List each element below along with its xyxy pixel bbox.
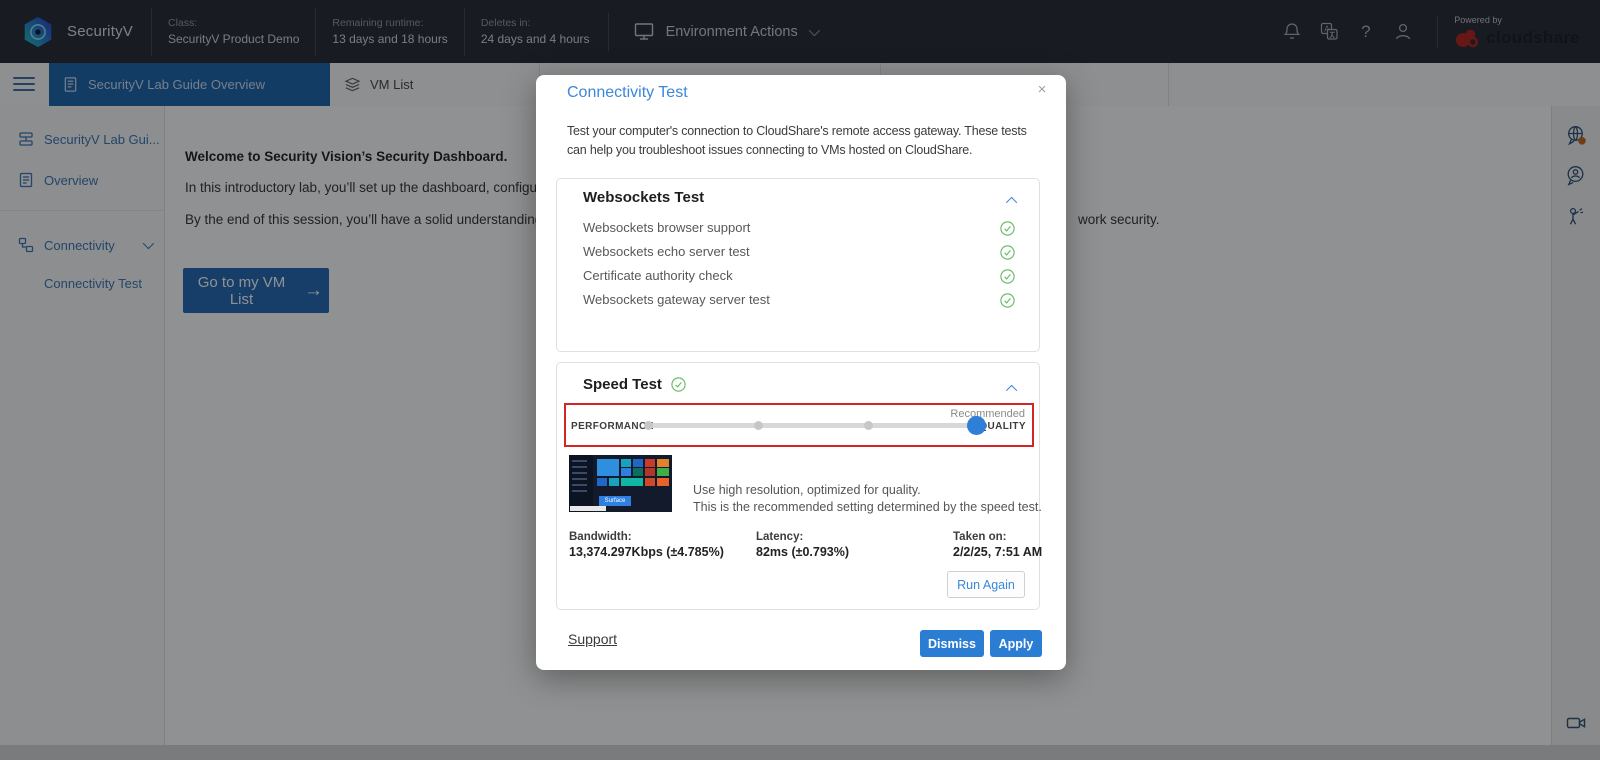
run-again-button[interactable]: Run Again xyxy=(947,571,1025,598)
websockets-row-label: Certificate authority check xyxy=(583,268,733,283)
modal-title: Connectivity Test xyxy=(567,84,688,101)
collapse-chevron-icon[interactable] xyxy=(1005,196,1018,209)
slider-stop-dot xyxy=(644,421,653,430)
quality-label: QUALITY xyxy=(979,421,1026,432)
websockets-row-label: Websockets browser support xyxy=(583,220,751,235)
app-window: SecurityV Class: SecurityV Product Demo … xyxy=(0,0,1600,760)
taken-on-label: Taken on: xyxy=(953,531,1007,543)
windows-desktop-thumbnail: Surface xyxy=(569,455,672,512)
slider-stop-dot xyxy=(864,421,873,430)
collapse-chevron-icon[interactable] xyxy=(1005,384,1018,397)
websockets-test-title: Websockets Test xyxy=(583,189,705,206)
success-check-icon xyxy=(1000,293,1015,308)
latency-value: 82ms (±0.793%) xyxy=(756,545,850,559)
taken-on-value: 2/2/25, 7:51 AM xyxy=(953,545,1043,559)
surface-button-label: Surface xyxy=(599,496,631,506)
dismiss-button[interactable]: Dismiss xyxy=(920,630,984,657)
support-link[interactable]: Support xyxy=(568,631,617,647)
modal-description-line1: Test your computer's connection to Cloud… xyxy=(567,124,1027,138)
bandwidth-label: Bandwidth: xyxy=(569,531,632,543)
latency-label: Latency: xyxy=(756,531,804,543)
modal-description: Test your computer's connection to Cloud… xyxy=(567,122,1055,160)
websockets-test-card: Websockets Test Websockets browser suppo… xyxy=(556,178,1040,352)
speed-test-title: Speed Test xyxy=(583,376,686,393)
recommended-highlight-annotation: Recommended PERFORMANCE QUALITY xyxy=(564,403,1034,447)
success-check-icon xyxy=(1000,269,1015,284)
start-menu-strip xyxy=(569,455,593,512)
performance-label: PERFORMANCE xyxy=(571,421,654,432)
modal-description-line2: can help you troubleshoot issues connect… xyxy=(567,143,973,157)
connectivity-test-modal: Connectivity Test × Test your computer's… xyxy=(536,75,1066,670)
websockets-row-label: Websockets gateway server test xyxy=(583,292,770,307)
quality-slider-track[interactable] xyxy=(646,423,984,428)
speed-test-card: Speed Test Recommended PERFORMANCE QUALI… xyxy=(556,362,1043,610)
speed-result-line2: This is the recommended setting determin… xyxy=(693,500,1042,514)
success-check-icon xyxy=(671,377,686,392)
speed-result-line1: Use high resolution, optimized for quali… xyxy=(693,483,921,497)
apply-button[interactable]: Apply xyxy=(990,630,1042,657)
success-check-icon xyxy=(1000,221,1015,236)
websockets-row-label: Websockets echo server test xyxy=(583,244,750,259)
slider-stop-dot xyxy=(754,421,763,430)
speed-test-title-text: Speed Test xyxy=(583,376,662,393)
quality-slider-thumb[interactable] xyxy=(967,416,986,435)
close-icon[interactable]: × xyxy=(1032,80,1052,100)
bandwidth-value: 13,374.297Kbps (±4.785%) xyxy=(569,545,724,559)
success-check-icon xyxy=(1000,245,1015,260)
taskbar-search-box xyxy=(570,506,606,511)
recommended-label: Recommended xyxy=(950,408,1025,420)
